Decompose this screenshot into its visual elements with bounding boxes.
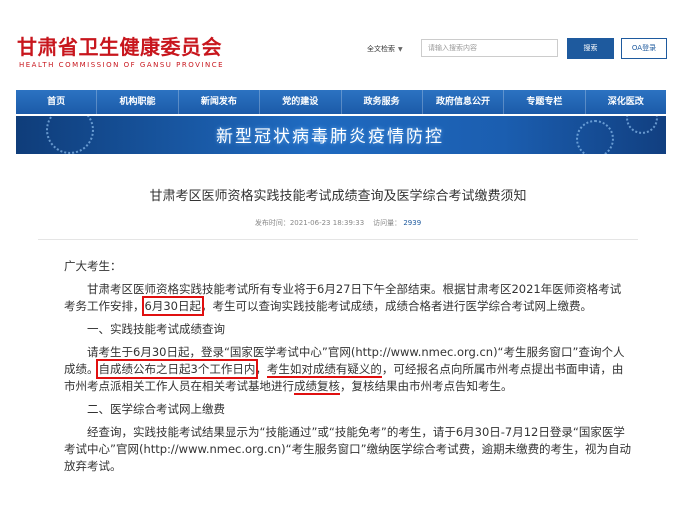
main-nav: 首页 机构职能 新闻发布 党的建设 政务服务 政府信息公开 专题专栏 深化医改 xyxy=(16,90,666,114)
nav-item-reform[interactable]: 深化医改 xyxy=(586,90,666,114)
nav-item-party[interactable]: 党的建设 xyxy=(260,90,342,114)
virus-icon xyxy=(576,120,614,154)
views-label: 访问量： xyxy=(373,219,402,227)
views-count: 2939 xyxy=(403,219,422,227)
highlight-deadline: 自成绩公布之日起3个工作日内 xyxy=(95,359,259,379)
publish-time: 2021-06-23 18:39:33 xyxy=(289,219,365,227)
divider xyxy=(38,239,638,240)
search-input[interactable]: 请输入搜索内容 xyxy=(421,39,558,57)
section-heading-2: 二、医学综合考试网上缴费 xyxy=(87,402,225,416)
search-scope-select[interactable]: 全文检索 ▼ xyxy=(367,42,415,56)
paragraph-1: 甘肃考区医师资格实践技能考试所有专业将于6月27日下午全部结束。根据甘肃考区20… xyxy=(64,282,622,316)
section-heading-1: 一、实践技能考试成绩查询 xyxy=(87,322,225,336)
article-title: 甘肃考区医师资格实践技能考试成绩查询及医学综合考试缴费须知 xyxy=(149,189,527,204)
nav-item-disclosure[interactable]: 政府信息公开 xyxy=(423,90,505,114)
underline-objection: 考生如对成绩有疑义的 xyxy=(266,362,382,378)
covid-banner[interactable]: 新型冠状病毒肺炎疫情防控 xyxy=(16,116,666,154)
site-logo-cn[interactable]: 甘肃省卫生健康委员会 xyxy=(17,31,222,60)
virus-icon xyxy=(46,116,94,154)
nav-item-topics[interactable]: 专题专栏 xyxy=(504,90,586,114)
chevron-down-icon: ▼ xyxy=(398,45,403,53)
nav-item-news[interactable]: 新闻发布 xyxy=(179,90,261,114)
nav-item-functions[interactable]: 机构职能 xyxy=(97,90,179,114)
paragraph-2: 请考生于6月30日起，登录“国家医学考试中心”官网(http://www.nme… xyxy=(64,345,625,395)
banner-title: 新型冠状病毒肺炎疫情防控 xyxy=(216,127,444,147)
underline-review: 成绩复核 xyxy=(294,379,340,395)
nav-item-services[interactable]: 政务服务 xyxy=(342,90,423,114)
nav-item-home[interactable]: 首页 xyxy=(16,90,98,114)
virus-icon xyxy=(626,116,658,134)
article-body: 广大考生： 甘肃考区医师资格实践技能考试所有专业将于6月27日下午全部结束。根据… xyxy=(64,258,632,475)
publish-label: 发布时间： xyxy=(254,219,290,227)
paragraph-3: 经查询，实践技能考试结果显示为“技能通过”或“技能免考”的考生，请于6月30日-… xyxy=(64,425,632,473)
highlight-date: 6月30日起 xyxy=(141,296,204,316)
site-logo-en: HEALTH COMMISSION OF GANSU PROVINCE xyxy=(19,61,225,69)
search-button[interactable]: 搜索 xyxy=(567,38,614,59)
article-meta: 发布时间：2021-06-23 18:39:33 访问量： 2939 xyxy=(0,218,676,228)
greeting: 广大考生： xyxy=(64,259,122,273)
search-scope-label: 全文检索 xyxy=(367,45,395,53)
site-header: 甘肃省卫生健康委员会 HEALTH COMMISSION OF GANSU PR… xyxy=(0,0,676,90)
oa-login-button[interactable]: OA登录 xyxy=(621,38,667,59)
